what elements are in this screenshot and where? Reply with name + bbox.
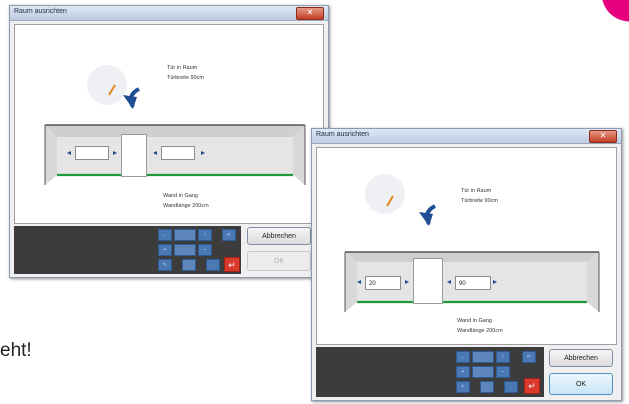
dialog-front: Raum ausrichten ✕ 20 90 Tür in Raum Türb… <box>311 128 622 401</box>
pink-corner-decoration <box>590 0 629 33</box>
key-enter-red[interactable]: ↵ <box>524 378 540 394</box>
key-blank-1[interactable] <box>174 229 196 241</box>
right-distance-input[interactable] <box>161 146 195 160</box>
window-title: Raum ausrichten <box>316 131 369 138</box>
door-shape <box>413 258 443 304</box>
key-blank-3[interactable] <box>480 381 494 393</box>
key-left[interactable]: ← <box>158 229 172 241</box>
door-swing-glow <box>87 65 127 105</box>
door-width-label: Türbreite 90cm <box>167 75 204 81</box>
key-enter[interactable]: ↵ <box>222 229 236 241</box>
numeric-keyboard: ← ↑ ↵ + − ↖ . ↵ <box>316 347 544 397</box>
door-label: Tür in Raum <box>461 188 492 194</box>
key-minus[interactable]: − <box>496 366 510 378</box>
key-blank-1[interactable] <box>472 351 494 363</box>
close-button[interactable]: ✕ <box>296 7 324 20</box>
key-diag[interactable]: ↖ <box>456 381 470 393</box>
right-distance-input[interactable]: 90 <box>455 276 491 290</box>
key-minus[interactable]: − <box>198 244 212 256</box>
key-blank-3[interactable] <box>182 259 196 271</box>
window-title: Raum ausrichten <box>14 8 67 15</box>
ok-button[interactable]: OK <box>549 373 613 395</box>
document-text-fragment: eht! <box>0 340 32 361</box>
door-swing-glow <box>365 174 405 214</box>
door-shape <box>121 134 147 177</box>
left-distance-input[interactable] <box>75 146 109 160</box>
wall-label: Wand in Gang <box>457 318 492 324</box>
door-label: Tür in Raum <box>167 65 198 71</box>
room-canvas: 20 90 Tür in Raum Türbreite 90cm Wand in… <box>316 147 617 345</box>
key-enter[interactable]: ↵ <box>522 351 536 363</box>
close-button[interactable]: ✕ <box>589 130 617 143</box>
key-plus[interactable]: + <box>456 366 470 378</box>
ok-button[interactable]: OK <box>247 251 311 271</box>
key-up[interactable]: ↑ <box>496 351 510 363</box>
key-left[interactable]: ← <box>456 351 470 363</box>
wall-label: Wand in Gang <box>163 193 198 199</box>
cancel-button[interactable]: Abbrechen <box>549 349 613 367</box>
dialog-back: Raum ausrichten ✕ Tür in Raum Türbreite … <box>9 5 329 278</box>
key-blank-2[interactable] <box>174 244 196 256</box>
left-distance-input[interactable]: 20 <box>365 276 401 290</box>
room-drawing <box>344 174 600 312</box>
door-width-label: Türbreite 90cm <box>461 198 498 204</box>
wall-length-label: Wandlänge 200cm <box>163 203 209 209</box>
title-bar: Raum ausrichten ✕ <box>10 6 328 21</box>
key-up[interactable]: ↑ <box>198 229 212 241</box>
numeric-keyboard: ← ↑ ↵ + − ↖ . ↵ <box>14 226 241 274</box>
key-blank-2[interactable] <box>472 366 494 378</box>
title-bar: Raum ausrichten ✕ <box>312 129 621 144</box>
cancel-button[interactable]: Abbrechen <box>247 227 311 245</box>
key-dot[interactable]: . <box>206 259 220 271</box>
key-enter-red[interactable]: ↵ <box>224 257 240 272</box>
key-diag[interactable]: ↖ <box>158 259 172 271</box>
wall-length-label: Wandlänge 200cm <box>457 328 503 334</box>
key-plus[interactable]: + <box>158 244 172 256</box>
room-canvas: Tür in Raum Türbreite 90cm Wand in Gang … <box>14 24 324 224</box>
key-dot[interactable]: . <box>504 381 518 393</box>
